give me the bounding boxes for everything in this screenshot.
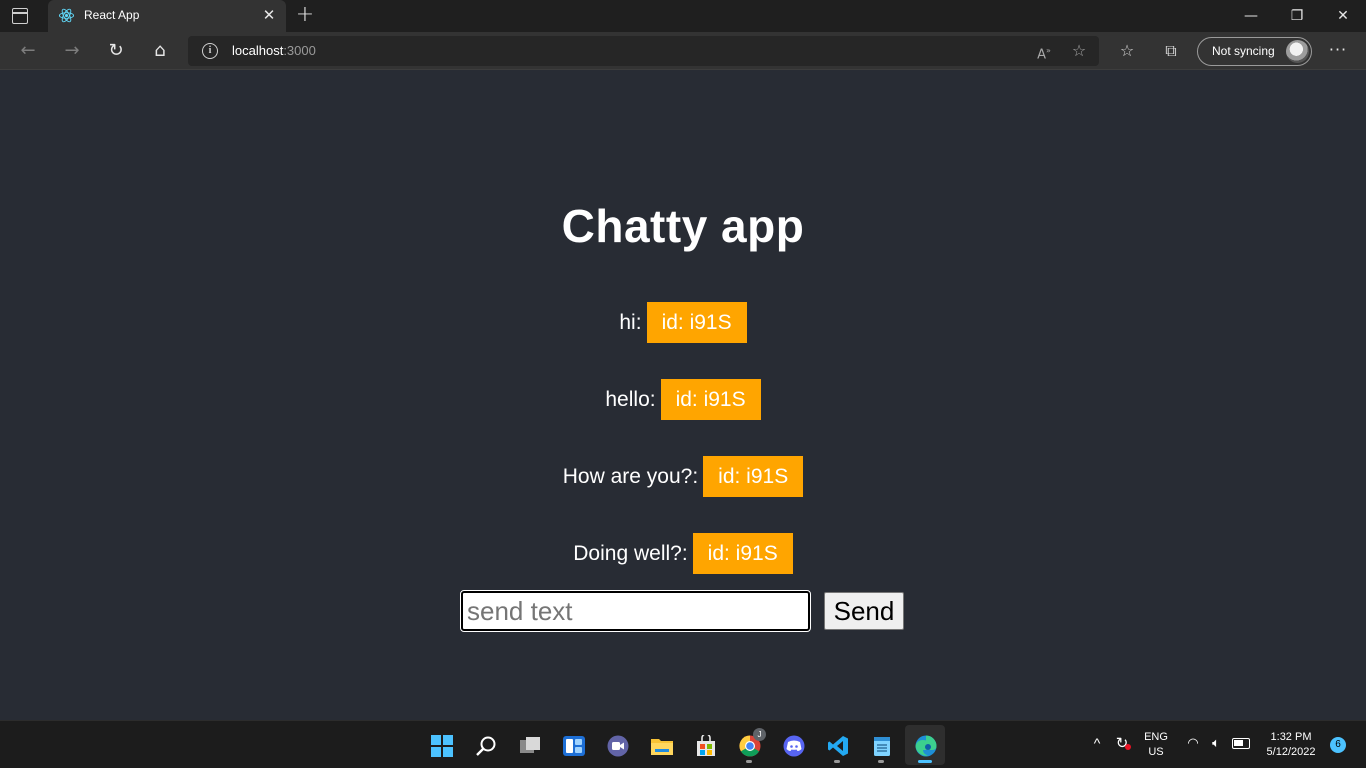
read-aloud-icon[interactable]: A» [1034, 42, 1054, 62]
teams-chat-icon [607, 735, 629, 757]
close-tab-icon[interactable]: ✕ [260, 6, 278, 24]
tab-actions-icon[interactable] [12, 8, 28, 24]
region-code: US [1148, 746, 1164, 758]
volume-icon[interactable]: 🔈︎ [1207, 735, 1225, 751]
send-text-input[interactable] [460, 590, 811, 632]
start-icon [431, 735, 453, 757]
edge-button[interactable] [905, 725, 945, 765]
vscode-icon [828, 736, 848, 756]
chrome-button[interactable]: J [729, 725, 769, 765]
close-window-icon[interactable]: ✕ [1320, 0, 1366, 32]
widgets-button[interactable] [553, 725, 593, 765]
language-indicator[interactable]: ENG US [1140, 730, 1172, 760]
sync-update-icon[interactable]: ↻ [1112, 734, 1132, 752]
favorites-icon[interactable]: ☆ [1117, 41, 1137, 61]
clock-date: 5/12/2022 [1266, 746, 1316, 758]
avatar [1286, 40, 1309, 63]
new-tab-icon[interactable]: + [294, 4, 316, 26]
address-bar[interactable]: i localhost:3000 A» ☆ [188, 36, 1099, 66]
message-id-badge: id: i91S [703, 456, 804, 497]
windows-taskbar: J ^ ↻ ENG US ◠ 🔈︎ 1:32 PM 5/12/2022 6 [0, 720, 1366, 768]
message-text: hi: [619, 310, 642, 334]
vscode-button[interactable] [817, 725, 857, 765]
chat-message: How are you?: id: i91S [0, 456, 1366, 497]
message-text: How are you?: [562, 464, 699, 488]
store-button[interactable] [685, 725, 725, 765]
notepad-icon [874, 737, 890, 756]
alert-dot [1125, 744, 1131, 750]
message-id-badge: id: i91S [692, 533, 793, 574]
notepad-button[interactable] [861, 725, 901, 765]
url-port: :3000 [283, 43, 316, 58]
refresh-icon[interactable]: ↻ [101, 36, 131, 66]
more-options-icon[interactable]: ··· [1326, 41, 1350, 61]
widgets-icon [563, 736, 585, 756]
task-view-icon [520, 737, 540, 753]
battery-icon[interactable] [1232, 738, 1250, 749]
chrome-profile-badge: J [753, 728, 766, 741]
browser-tab-bar: React App ✕ + — ❐ ✕ [0, 0, 1366, 32]
running-indicator [878, 760, 884, 763]
home-icon[interactable]: ⌂ [145, 36, 175, 66]
message-id-badge: id: i91S [660, 379, 761, 420]
clock-time: 1:32 PM [1270, 731, 1312, 743]
profile-sync-button[interactable]: Not syncing [1197, 37, 1312, 66]
edge-icon [915, 735, 937, 757]
message-text: Doing well?: [573, 541, 688, 565]
url-text: localhost:3000 [232, 43, 316, 58]
running-indicator [834, 760, 840, 763]
notification-badge[interactable]: 6 [1330, 737, 1346, 753]
chat-message: hi: id: i91S [0, 302, 1366, 343]
taskbar-search-button[interactable] [465, 725, 505, 765]
back-icon[interactable]: ← [13, 36, 43, 66]
wifi-icon[interactable]: ◠ [1184, 735, 1202, 751]
message-text: hello: [605, 387, 656, 411]
browser-tab-react-app[interactable]: React App ✕ [48, 0, 286, 32]
running-indicator [746, 760, 752, 763]
send-button[interactable]: Send [824, 592, 904, 630]
task-view-button[interactable] [509, 725, 549, 765]
react-logo-icon [58, 8, 75, 23]
minimize-icon[interactable]: — [1228, 0, 1274, 32]
discord-icon [783, 735, 805, 757]
url-host: localhost [232, 43, 284, 58]
browser-toolbar: ← → ↻ ⌂ i localhost:3000 A» ☆ ☆ ⧉ Not sy… [0, 32, 1366, 70]
system-clock[interactable]: 1:32 PM 5/12/2022 [1258, 730, 1324, 760]
chat-message: Doing well?: id: i91S [0, 533, 1366, 574]
store-icon [697, 735, 715, 756]
site-info-icon[interactable]: i [202, 43, 218, 59]
discord-button[interactable] [773, 725, 813, 765]
restore-icon[interactable]: ❐ [1274, 0, 1320, 32]
page-title: Chatty app [561, 200, 805, 252]
chat-message: hello: id: i91S [0, 379, 1366, 420]
search-icon [476, 736, 496, 756]
collections-icon[interactable]: ⧉ [1161, 41, 1181, 61]
message-id-badge: id: i91S [646, 302, 747, 343]
active-indicator [918, 760, 932, 763]
sync-status-label: Not syncing [1212, 44, 1275, 58]
tab-title: React App [84, 8, 140, 22]
forward-icon[interactable]: → [57, 36, 87, 66]
chat-button[interactable] [597, 725, 637, 765]
file-explorer-button[interactable] [641, 725, 681, 765]
chevron-up-icon[interactable]: ^ [1089, 735, 1105, 751]
file-explorer-icon [651, 739, 673, 755]
add-favorite-icon[interactable]: ☆ [1069, 42, 1089, 60]
app-viewport: Chatty app hi: id: i91S hello: id: i91S … [0, 71, 1366, 720]
language-code: ENG [1144, 731, 1168, 743]
start-button[interactable] [421, 725, 461, 765]
